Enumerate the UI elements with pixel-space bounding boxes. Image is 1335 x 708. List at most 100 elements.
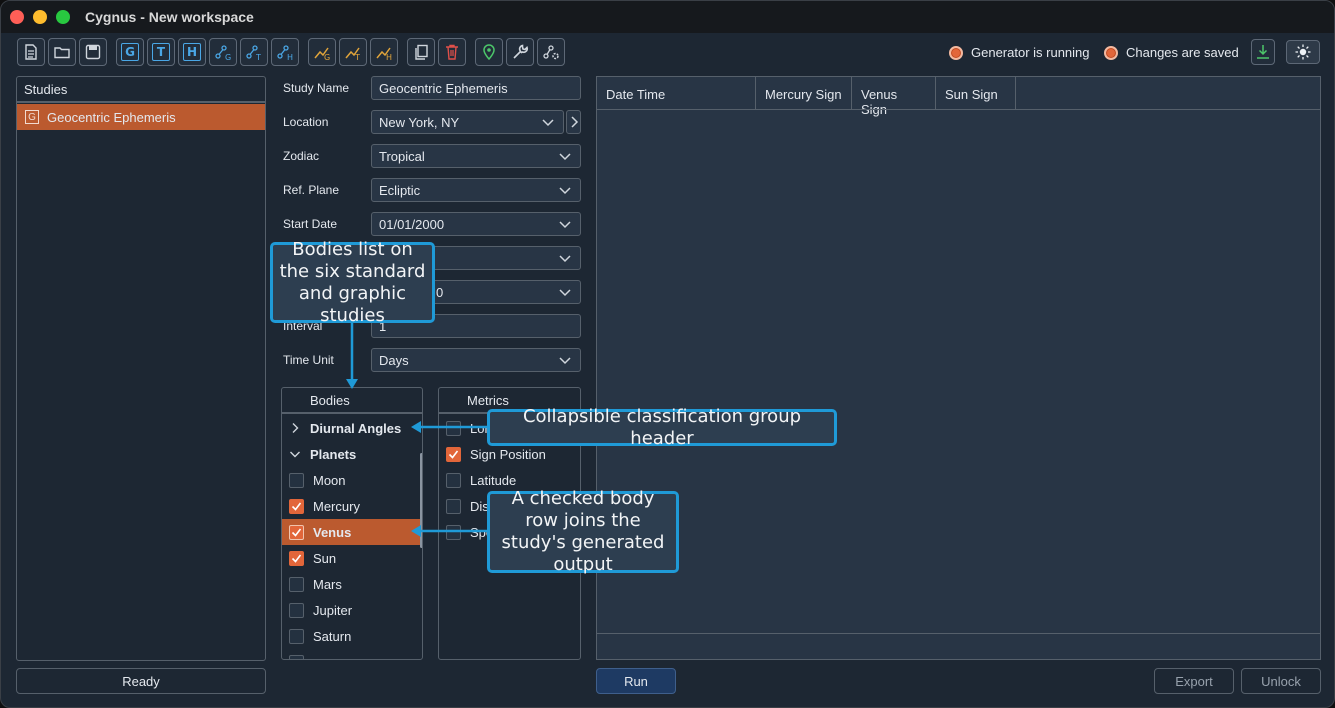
chevron-right-icon: [571, 116, 579, 128]
app-window: Cygnus - New workspace G T H G T H G T H…: [0, 0, 1335, 708]
body-row-partial[interactable]: [282, 649, 422, 659]
chart-t-icon: T: [345, 47, 360, 61]
chevron-down-icon: [559, 357, 571, 365]
time-unit-select[interactable]: Days: [371, 348, 581, 372]
body-row-sun[interactable]: Sun: [282, 545, 422, 571]
duplicate-button[interactable]: [407, 38, 435, 66]
body-checkbox[interactable]: [289, 576, 304, 592]
open-folder-button[interactable]: [48, 38, 76, 66]
body-checkbox[interactable]: [289, 628, 304, 644]
export-button[interactable]: Export: [1154, 668, 1234, 694]
group-header-diurnal-angles[interactable]: Diurnal Angles: [282, 415, 422, 441]
column-header-date-time[interactable]: Date Time: [597, 77, 756, 109]
new-topocentric-study-button[interactable]: T: [147, 38, 175, 66]
start-date-select[interactable]: 01/01/2000: [371, 212, 581, 236]
svg-text:T: T: [354, 53, 360, 61]
metric-label: Lor: [470, 420, 489, 436]
wrench-icon: [513, 44, 529, 59]
location-select[interactable]: New York, NY: [371, 110, 564, 134]
metric-checkbox[interactable]: [446, 446, 461, 462]
body-label: Mercury: [313, 498, 360, 514]
group-header-planets[interactable]: Planets: [282, 441, 422, 467]
ref-plane-select[interactable]: Ecliptic: [371, 178, 581, 202]
location-button[interactable]: [475, 38, 503, 66]
checkmark-icon: [448, 450, 459, 459]
body-checkbox[interactable]: [289, 472, 304, 488]
results-table: Date Time Mercury Sign Venus Sign Sun Si…: [596, 76, 1321, 660]
maximize-window-button[interactable]: [56, 10, 70, 24]
download-icon: [1257, 45, 1269, 59]
ready-status-button[interactable]: Ready: [16, 668, 266, 694]
chevron-down-icon: [559, 153, 571, 161]
metric-label: Latitude: [470, 472, 517, 488]
study-name-input[interactable]: Geocentric Ephemeris: [371, 76, 581, 100]
chart-g-icon: G: [314, 47, 330, 61]
group-label: Diurnal Angles: [310, 420, 402, 436]
svg-text:H: H: [287, 53, 293, 61]
body-checkbox[interactable]: [289, 498, 304, 514]
new-graphic-t-study-button[interactable]: T: [240, 38, 268, 66]
theme-toggle-button[interactable]: [1286, 40, 1320, 64]
zodiac-select[interactable]: Tropical: [371, 144, 581, 168]
save-icon: [85, 44, 101, 60]
h-study-icon: H: [183, 43, 201, 61]
copy-icon: [415, 44, 428, 60]
time-value: 0: [436, 285, 444, 300]
study-item-label: Geocentric Ephemeris: [47, 109, 176, 125]
body-checkbox[interactable]: [289, 654, 304, 659]
unlock-button[interactable]: Unlock: [1241, 668, 1321, 694]
body-checkbox[interactable]: [289, 602, 304, 618]
tools-button[interactable]: [506, 38, 534, 66]
new-graphic-g-study-button[interactable]: G: [209, 38, 237, 66]
run-button[interactable]: Run: [596, 668, 676, 694]
chevron-down-icon: [559, 187, 571, 195]
chart-h-button[interactable]: H: [370, 38, 398, 66]
metric-checkbox[interactable]: [446, 524, 461, 540]
column-header-venus-sign[interactable]: Venus Sign: [852, 77, 936, 117]
download-button[interactable]: [1251, 39, 1275, 65]
new-heliocentric-study-button[interactable]: H: [178, 38, 206, 66]
metric-checkbox[interactable]: [446, 472, 461, 488]
minimize-window-button[interactable]: [33, 10, 47, 24]
t-study-icon: T: [152, 43, 170, 61]
metric-checkbox[interactable]: [446, 498, 461, 514]
horizontal-scrollbar-track[interactable]: [597, 633, 1320, 634]
study-item-geocentric-ephemeris[interactable]: G Geocentric Ephemeris: [17, 104, 265, 130]
bodies-header: Bodies: [282, 388, 422, 414]
body-checkbox[interactable]: [289, 550, 304, 566]
checkmark-icon: [291, 528, 302, 537]
body-row-venus[interactable]: Venus: [282, 519, 422, 545]
graph-settings-button[interactable]: [537, 38, 565, 66]
map-pin-icon: [483, 44, 495, 61]
body-row-mercury[interactable]: Mercury: [282, 493, 422, 519]
body-row-moon[interactable]: Moon: [282, 467, 422, 493]
metric-checkbox[interactable]: [446, 420, 461, 436]
location-details-button[interactable]: [566, 110, 581, 134]
chevron-right-icon: [292, 423, 299, 433]
studies-panel: Studies G Geocentric Ephemeris: [16, 76, 266, 661]
chart-t-button[interactable]: T: [339, 38, 367, 66]
column-header-sun-sign[interactable]: Sun Sign: [936, 77, 1016, 109]
body-row-jupiter[interactable]: Jupiter: [282, 597, 422, 623]
window-title: Cygnus - New workspace: [85, 9, 254, 25]
close-window-button[interactable]: [10, 10, 24, 24]
new-document-button[interactable]: [17, 38, 45, 66]
start-date-label: Start Date: [283, 217, 338, 231]
toolbar: G T H G T H G T H Generator is running C…: [1, 33, 1334, 71]
callout-checked-row: A checked body row joins the study's gen…: [487, 488, 679, 575]
body-row-saturn[interactable]: Saturn: [282, 623, 422, 649]
delete-button[interactable]: [438, 38, 466, 66]
graph-g-icon: G: [215, 45, 231, 61]
generator-status-led-icon: [949, 45, 963, 60]
column-header-mercury-sign[interactable]: Mercury Sign: [756, 77, 852, 109]
new-geocentric-study-button[interactable]: G: [116, 38, 144, 66]
body-row-mars[interactable]: Mars: [282, 571, 422, 597]
body-checkbox[interactable]: [289, 524, 304, 540]
save-button[interactable]: [79, 38, 107, 66]
zodiac-label: Zodiac: [283, 149, 320, 163]
chart-g-button[interactable]: G: [308, 38, 336, 66]
bodies-scrollbar[interactable]: [420, 453, 422, 548]
chevron-down-icon: [290, 451, 300, 458]
chevron-down-icon: [559, 255, 571, 263]
new-graphic-h-study-button[interactable]: H: [271, 38, 299, 66]
